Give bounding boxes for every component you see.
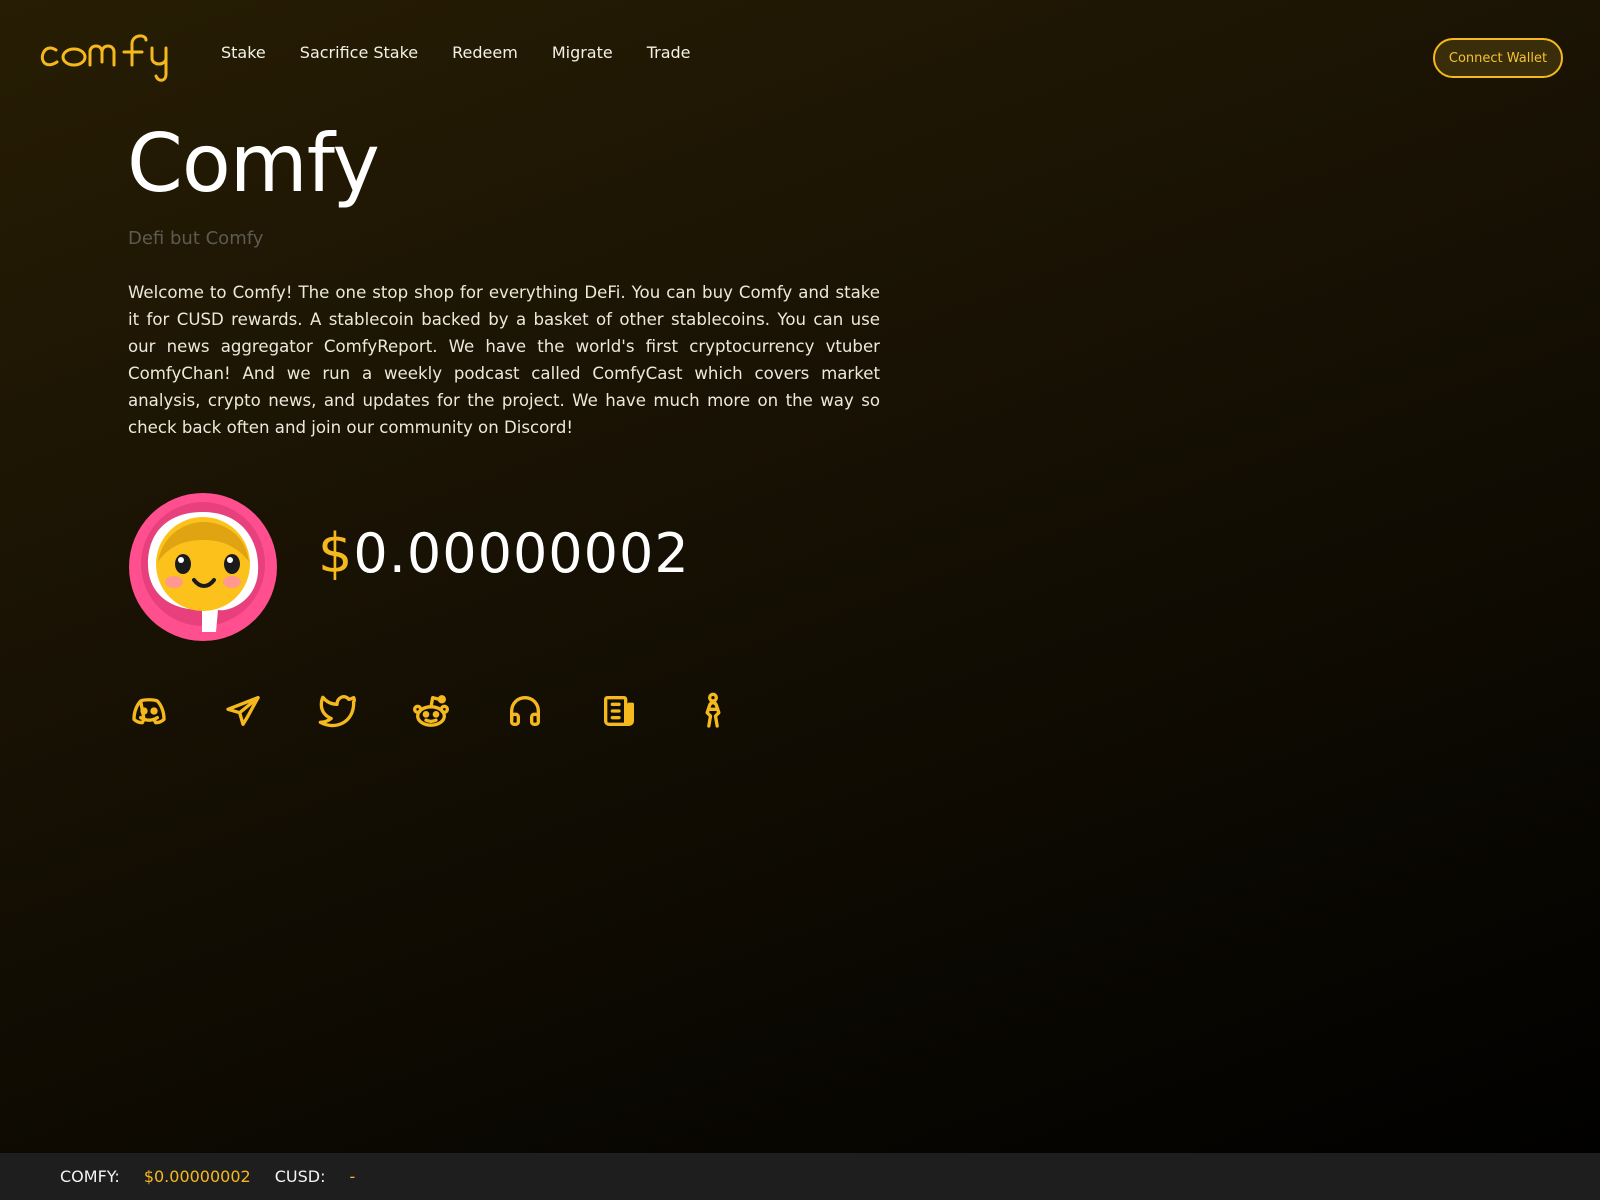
- top-navbar: Stake Sacrifice Stake Redeem Migrate Tra…: [0, 0, 1600, 110]
- comfy-mascot-icon: [128, 492, 278, 642]
- main-nav: Stake Sacrifice Stake Redeem Migrate Tra…: [221, 43, 691, 62]
- nav-link-sacrifice-stake[interactable]: Sacrifice Stake: [300, 43, 418, 62]
- nav-link-redeem[interactable]: Redeem: [452, 43, 518, 62]
- reddit-icon[interactable]: [410, 690, 452, 732]
- price-currency-symbol: $: [318, 522, 354, 585]
- ticker-cusd-label: CUSD:: [274, 1167, 326, 1186]
- nav-link-trade[interactable]: Trade: [647, 43, 691, 62]
- ticker-comfy-label: COMFY:: [60, 1167, 120, 1186]
- newspaper-icon[interactable]: [598, 690, 640, 732]
- page-subtitle: Defi but Comfy: [128, 228, 264, 249]
- person-icon[interactable]: [692, 690, 734, 732]
- page-title: Comfy: [127, 117, 380, 210]
- nav-link-migrate[interactable]: Migrate: [552, 43, 613, 62]
- comfy-price: $0.00000002: [318, 522, 690, 585]
- price-value: 0.00000002: [353, 522, 690, 585]
- ticker-cusd-value: -: [349, 1167, 356, 1186]
- price-section: $0.00000002: [128, 492, 828, 642]
- headphones-icon[interactable]: [504, 690, 546, 732]
- comfy-logo[interactable]: [36, 30, 188, 84]
- connect-wallet-button[interactable]: Connect Wallet: [1433, 38, 1563, 78]
- telegram-icon[interactable]: [222, 690, 264, 732]
- discord-icon[interactable]: [128, 690, 170, 732]
- intro-paragraph: Welcome to Comfy! The one stop shop for …: [128, 283, 880, 437]
- social-links: [128, 690, 734, 732]
- twitter-icon[interactable]: [316, 690, 358, 732]
- nav-link-stake[interactable]: Stake: [221, 43, 266, 62]
- ticker-comfy-value: $0.00000002: [143, 1167, 251, 1186]
- price-ticker-bar: COMFY: $0.00000002 CUSD: -: [0, 1153, 1600, 1200]
